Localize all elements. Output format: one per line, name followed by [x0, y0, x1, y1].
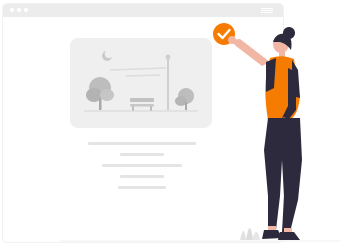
- ankle: [268, 226, 276, 230]
- grass-icon: [240, 231, 246, 240]
- illustration-scene: [0, 0, 347, 248]
- grass-icon: [252, 232, 260, 240]
- right-shoe: [278, 232, 300, 240]
- grass-icon: [246, 228, 253, 240]
- raised-arm: [230, 39, 270, 66]
- hand: [228, 36, 236, 44]
- neck: [279, 51, 285, 57]
- dark-pants: [264, 118, 302, 232]
- ankle: [284, 228, 292, 232]
- woman-figure: [60, 23, 340, 242]
